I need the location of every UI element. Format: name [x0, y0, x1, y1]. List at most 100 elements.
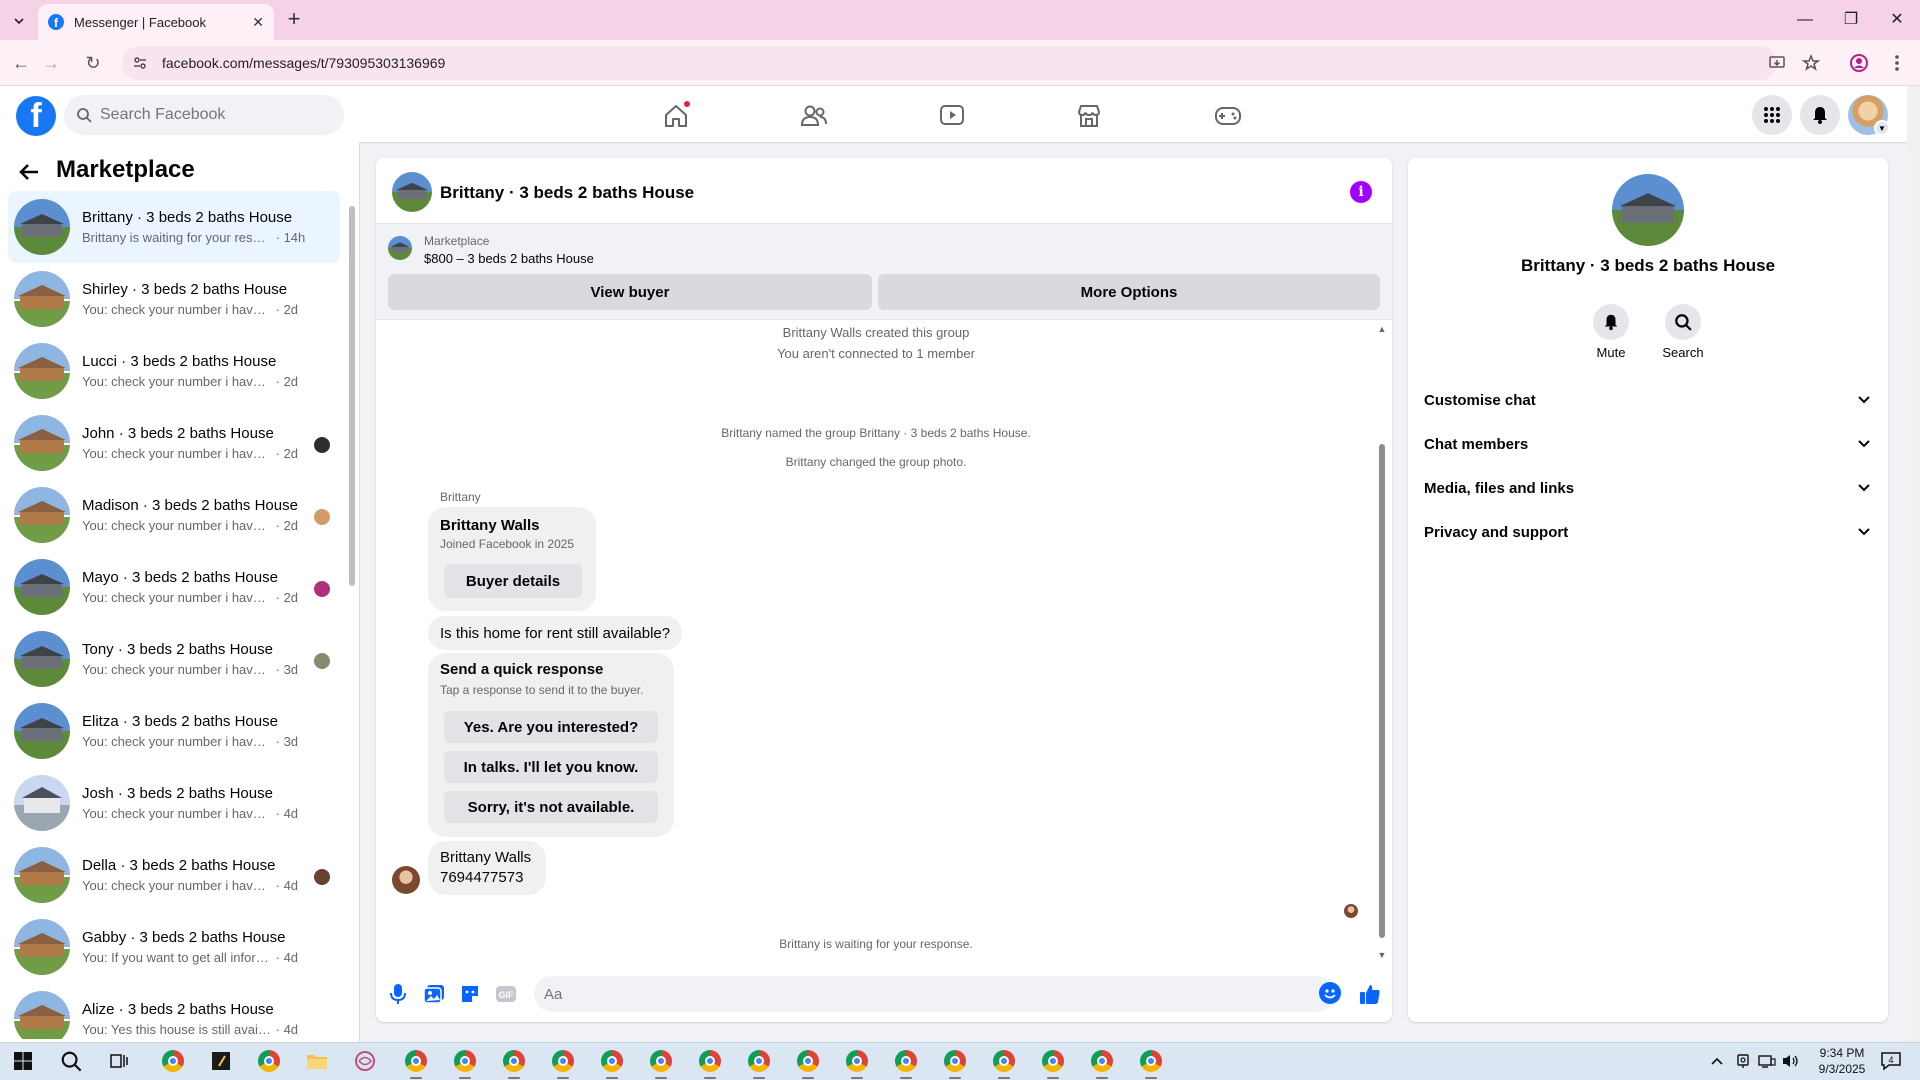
- reload-button[interactable]: ↻: [82, 52, 104, 74]
- conversation-item[interactable]: Brittany · 3 beds 2 baths House Brittany …: [8, 191, 340, 263]
- message-input-container[interactable]: [534, 976, 1334, 1012]
- chat-members-section[interactable]: Chat members: [1424, 424, 1874, 464]
- conversation-item[interactable]: Shirley · 3 beds 2 baths House You: check…: [8, 263, 340, 335]
- customise-chat-section[interactable]: Customise chat: [1424, 380, 1874, 420]
- back-arrow-icon[interactable]: [18, 158, 46, 186]
- group-avatar-large[interactable]: [1612, 174, 1684, 246]
- taskbar-app-icon[interactable]: [206, 1046, 236, 1076]
- chat-scrollbar[interactable]: ▲ ▼: [1376, 324, 1388, 962]
- chat-title[interactable]: Brittany · 3 beds 2 baths House: [440, 183, 694, 203]
- taskbar-chrome-icon[interactable]: [548, 1046, 578, 1079]
- sticker-icon[interactable]: [458, 982, 482, 1006]
- quick-response-in-talks-button[interactable]: In talks. I'll let you know.: [444, 751, 658, 783]
- quick-response-not-available-button[interactable]: Sorry, it's not available.: [444, 791, 658, 823]
- browser-profile-icon[interactable]: [1848, 52, 1870, 74]
- conversation-item[interactable]: Tony · 3 beds 2 baths House You: check yo…: [8, 623, 340, 695]
- notifications-bell-icon[interactable]: [1800, 95, 1840, 135]
- photo-icon[interactable]: [422, 982, 446, 1006]
- message-input[interactable]: [544, 985, 1284, 1003]
- minimize-window-button[interactable]: —: [1782, 8, 1828, 32]
- taskbar-chrome-icon[interactable]: [158, 1046, 188, 1076]
- taskbar-chrome-icon[interactable]: [597, 1046, 627, 1079]
- mute-bell-icon[interactable]: [1593, 304, 1629, 340]
- gif-icon[interactable]: GIF: [494, 982, 518, 1006]
- search-in-conversation-icon[interactable]: [1665, 304, 1701, 340]
- account-chevron-down-icon[interactable]: ▼: [1874, 120, 1890, 136]
- conversation-item[interactable]: Josh · 3 beds 2 baths House You: check yo…: [8, 767, 340, 839]
- page-scrollbar[interactable]: [1907, 86, 1920, 1042]
- taskbar-chrome-icon[interactable]: [401, 1046, 431, 1079]
- taskbar-chrome-icon[interactable]: [842, 1046, 872, 1079]
- close-window-button[interactable]: ✕: [1874, 8, 1920, 32]
- conversation-item[interactable]: Alize · 3 beds 2 baths House You: Yes thi…: [8, 983, 340, 1039]
- facebook-search-input[interactable]: [100, 106, 320, 124]
- view-buyer-button[interactable]: View buyer: [388, 274, 872, 310]
- file-explorer-icon[interactable]: [302, 1046, 332, 1076]
- taskbar-app-icon[interactable]: [350, 1046, 380, 1076]
- taskbar-chrome-icon[interactable]: [646, 1046, 676, 1079]
- taskbar-chrome-icon[interactable]: [793, 1046, 823, 1079]
- conversation-item[interactable]: Della · 3 beds 2 baths House You: check y…: [8, 839, 340, 911]
- marketplace-icon[interactable]: [1073, 100, 1105, 132]
- restore-window-button[interactable]: ❐: [1828, 8, 1874, 32]
- thumbs-up-icon[interactable]: [1358, 982, 1382, 1006]
- listing-price[interactable]: $800 – 3 beds 2 baths House: [424, 251, 594, 266]
- taskbar-chrome-icon[interactable]: [1136, 1046, 1166, 1079]
- new-tab-button[interactable]: +: [282, 8, 306, 32]
- conversation-time: · 4d: [275, 806, 299, 821]
- scroll-down-arrow-icon[interactable]: ▼: [1376, 950, 1388, 960]
- gaming-icon[interactable]: [1212, 100, 1244, 132]
- address-bar[interactable]: facebook.com/messages/t/793095303136969: [122, 46, 1777, 80]
- conversation-item[interactable]: Gabby · 3 beds 2 baths House You: If you …: [8, 911, 340, 983]
- privacy-support-section[interactable]: Privacy and support: [1424, 512, 1874, 552]
- site-info-icon[interactable]: [132, 55, 152, 71]
- taskbar-chrome-icon[interactable]: [450, 1046, 480, 1079]
- system-clock[interactable]: 9:34 PM 9/3/2025: [1812, 1045, 1872, 1077]
- taskbar-chrome-icon[interactable]: [1038, 1046, 1068, 1079]
- install-app-icon[interactable]: [1766, 52, 1788, 74]
- notification-center-icon[interactable]: 4: [1876, 1046, 1906, 1076]
- conversation-item[interactable]: Mayo · 3 beds 2 baths House You: check yo…: [8, 551, 340, 623]
- browser-menu-icon[interactable]: [1886, 52, 1908, 74]
- menu-grid-icon[interactable]: [1752, 95, 1792, 135]
- volume-icon[interactable]: [1776, 1046, 1806, 1076]
- conversation-item[interactable]: John · 3 beds 2 baths House You: check yo…: [8, 407, 340, 479]
- scroll-up-arrow-icon[interactable]: ▲: [1376, 324, 1388, 334]
- conversation-item[interactable]: Lucci · 3 beds 2 baths House You: check y…: [8, 335, 340, 407]
- conversation-info-icon[interactable]: i: [1350, 181, 1372, 203]
- quick-response-yes-button[interactable]: Yes. Are you interested?: [444, 711, 658, 743]
- browser-tab-active[interactable]: f Messenger | Facebook ✕: [38, 4, 274, 40]
- tab-search-chevron-icon[interactable]: [8, 10, 30, 32]
- sender-avatar[interactable]: [392, 866, 420, 894]
- listing-thumbnail: [388, 236, 412, 260]
- conversation-item[interactable]: Madison · 3 beds 2 baths House You: check…: [8, 479, 340, 551]
- chat-group-avatar[interactable]: [392, 172, 432, 212]
- taskbar-search-icon[interactable]: [56, 1046, 86, 1076]
- windows-start-icon[interactable]: [8, 1046, 38, 1076]
- taskbar-chrome-icon[interactable]: [891, 1046, 921, 1079]
- taskbar-chrome-icon[interactable]: [989, 1046, 1019, 1079]
- conversation-item[interactable]: Elitza · 3 beds 2 baths House You: check …: [8, 695, 340, 767]
- facebook-logo-icon[interactable]: f: [16, 96, 56, 136]
- friends-icon[interactable]: [798, 100, 830, 132]
- emoji-icon[interactable]: [1319, 982, 1341, 1004]
- task-view-icon[interactable]: [104, 1046, 134, 1076]
- video-icon[interactable]: [936, 100, 968, 132]
- taskbar-chrome-icon[interactable]: [744, 1046, 774, 1079]
- more-options-button[interactable]: More Options: [878, 274, 1380, 310]
- buyer-details-button[interactable]: Buyer details: [444, 564, 582, 598]
- facebook-search[interactable]: [64, 95, 344, 135]
- taskbar-chrome-icon[interactable]: [254, 1046, 284, 1076]
- taskbar-chrome-icon[interactable]: [940, 1046, 970, 1079]
- bookmark-star-icon[interactable]: [1800, 52, 1822, 74]
- conversation-list-scrollbar[interactable]: [348, 192, 356, 1032]
- media-files-links-section[interactable]: Media, files and links: [1424, 468, 1874, 508]
- taskbar-chrome-icon[interactable]: [499, 1046, 529, 1079]
- chevron-down-icon: [1854, 434, 1874, 454]
- microphone-icon[interactable]: [386, 982, 410, 1006]
- taskbar-chrome-icon[interactable]: [1087, 1046, 1117, 1079]
- close-tab-icon[interactable]: ✕: [252, 14, 264, 31]
- taskbar-chrome-icon[interactable]: [695, 1046, 725, 1079]
- forward-button[interactable]: →: [40, 52, 62, 74]
- back-button[interactable]: ←: [10, 52, 32, 74]
